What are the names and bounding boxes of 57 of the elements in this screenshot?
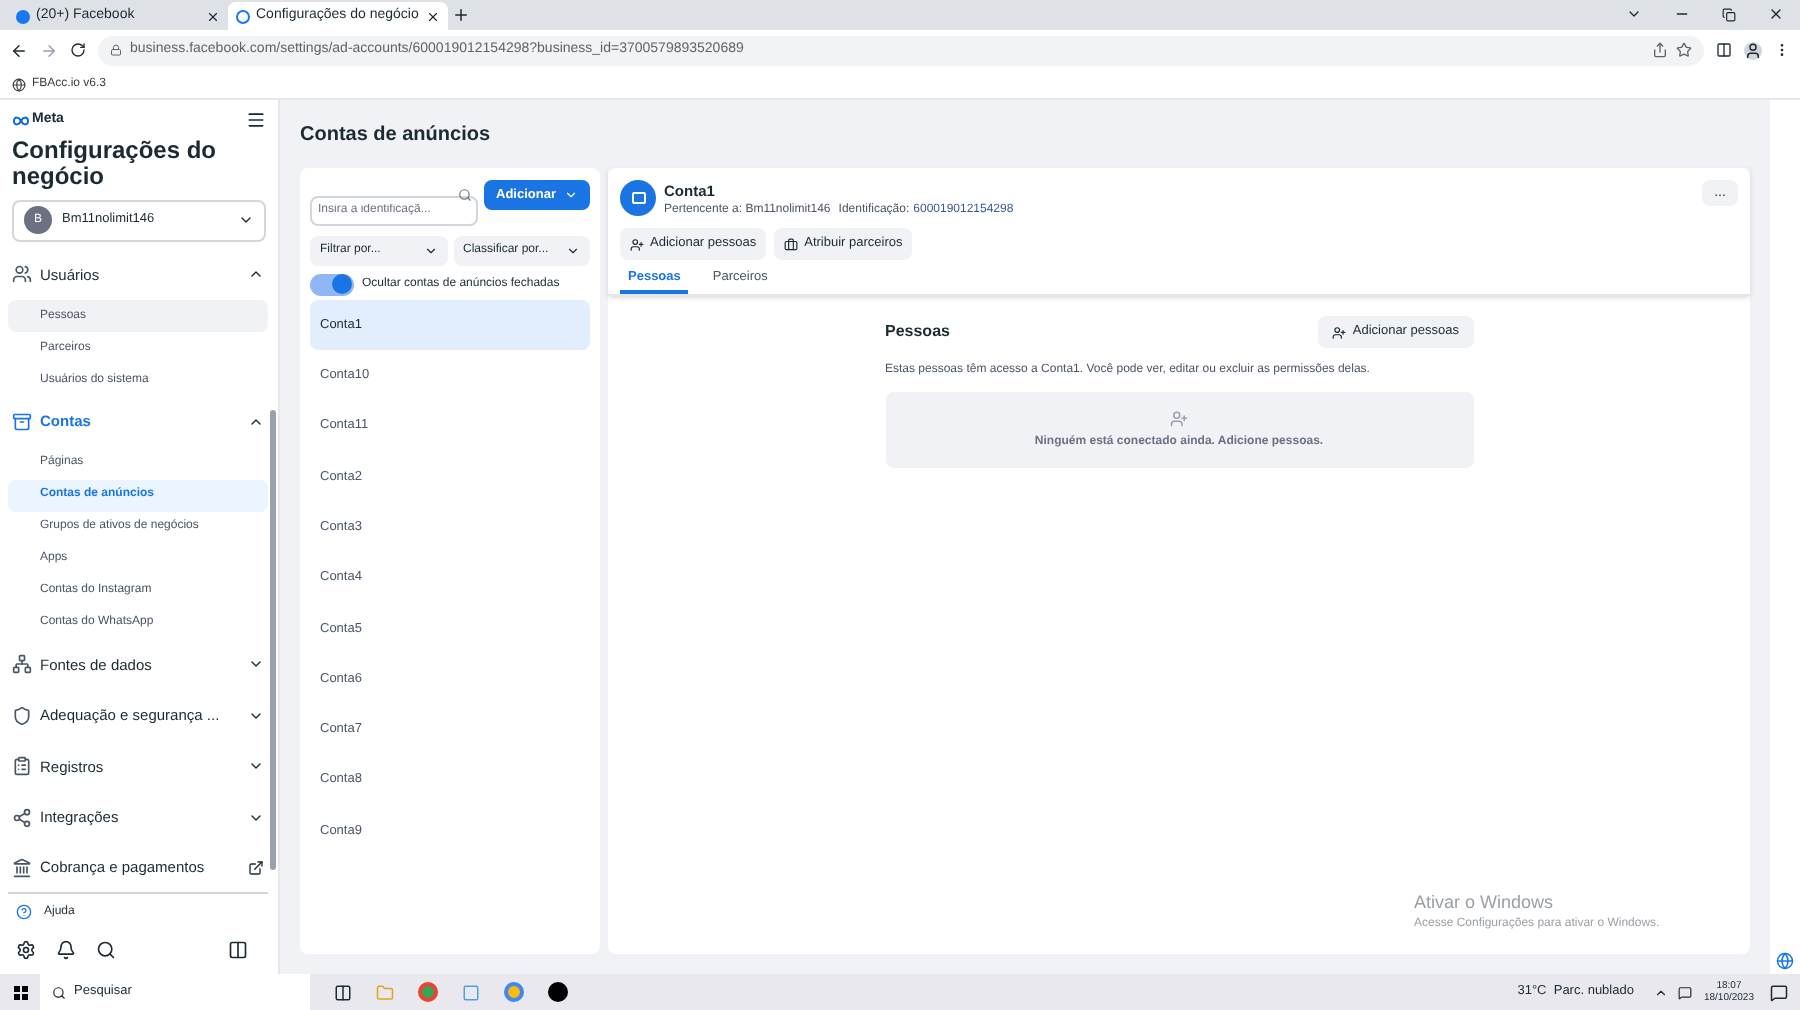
task-view-icon[interactable]	[334, 983, 352, 1001]
facebook-logo-icon	[16, 9, 30, 23]
new-tab-icon[interactable]	[452, 6, 470, 24]
lock-icon	[110, 44, 122, 56]
bookmark-star-icon[interactable]	[1676, 42, 1692, 58]
close-icon[interactable]	[426, 9, 440, 23]
add-person-icon	[1170, 409, 1188, 428]
browser-icon[interactable]	[418, 982, 438, 1002]
browser-icon[interactable]	[504, 982, 524, 1002]
profile-icon[interactable]	[1744, 41, 1762, 59]
settings-icon[interactable]	[16, 940, 36, 960]
search-icon	[458, 188, 473, 202]
back-icon[interactable]	[10, 41, 28, 59]
restore-icon[interactable]	[1722, 7, 1736, 21]
menu-icon[interactable]	[246, 110, 266, 131]
share-icon	[12, 807, 32, 828]
caret-icon	[423, 244, 437, 258]
archive-box-icon	[12, 411, 32, 432]
caret-icon	[238, 212, 254, 228]
close-icon[interactable]	[206, 9, 220, 23]
caret-icon	[566, 244, 580, 258]
search-icon	[52, 985, 66, 999]
sidebar-title: Configurações do negócio	[12, 137, 219, 189]
meta-logo-icon	[236, 9, 250, 23]
search-icon[interactable]	[96, 940, 116, 960]
globe-icon[interactable]	[1776, 952, 1794, 970]
activation-notice-title: Ativar o Windows	[1414, 889, 1556, 915]
notifications-icon[interactable]	[1770, 983, 1788, 1001]
meta-logo-icon	[12, 115, 30, 126]
panel-toggle-icon[interactable]	[228, 940, 248, 960]
globe-icon	[12, 77, 26, 91]
add-person-icon	[1332, 325, 1347, 340]
close-window-icon[interactable]	[1768, 6, 1784, 22]
caret-icon	[564, 188, 578, 202]
app-icon[interactable]	[548, 982, 568, 1002]
tray-expand-icon[interactable]	[1653, 985, 1668, 999]
briefcase-icon	[784, 237, 799, 252]
toggle-switch[interactable]	[310, 273, 354, 295]
users-icon	[12, 264, 32, 285]
reload-icon[interactable]	[70, 42, 86, 58]
network-icon	[12, 654, 32, 675]
shield-icon	[12, 705, 32, 726]
external-link-icon[interactable]	[248, 859, 264, 876]
section-title: Pessoas	[885, 320, 950, 345]
share-icon[interactable]	[1652, 42, 1668, 58]
tab-search-icon[interactable]	[1626, 6, 1642, 22]
page-title: Contas de anúncios	[300, 121, 493, 149]
tray-icon[interactable]	[1677, 985, 1692, 999]
help-icon	[16, 904, 32, 920]
side-panel-icon[interactable]	[1716, 42, 1732, 58]
notifications-icon[interactable]	[56, 940, 76, 960]
clipboard-icon	[12, 756, 32, 777]
ad-account-icon	[620, 180, 656, 216]
bank-icon	[12, 857, 32, 878]
add-person-icon	[630, 237, 644, 252]
scrollbar-thumb[interactable]	[270, 409, 276, 869]
forward-icon[interactable]	[40, 41, 58, 59]
